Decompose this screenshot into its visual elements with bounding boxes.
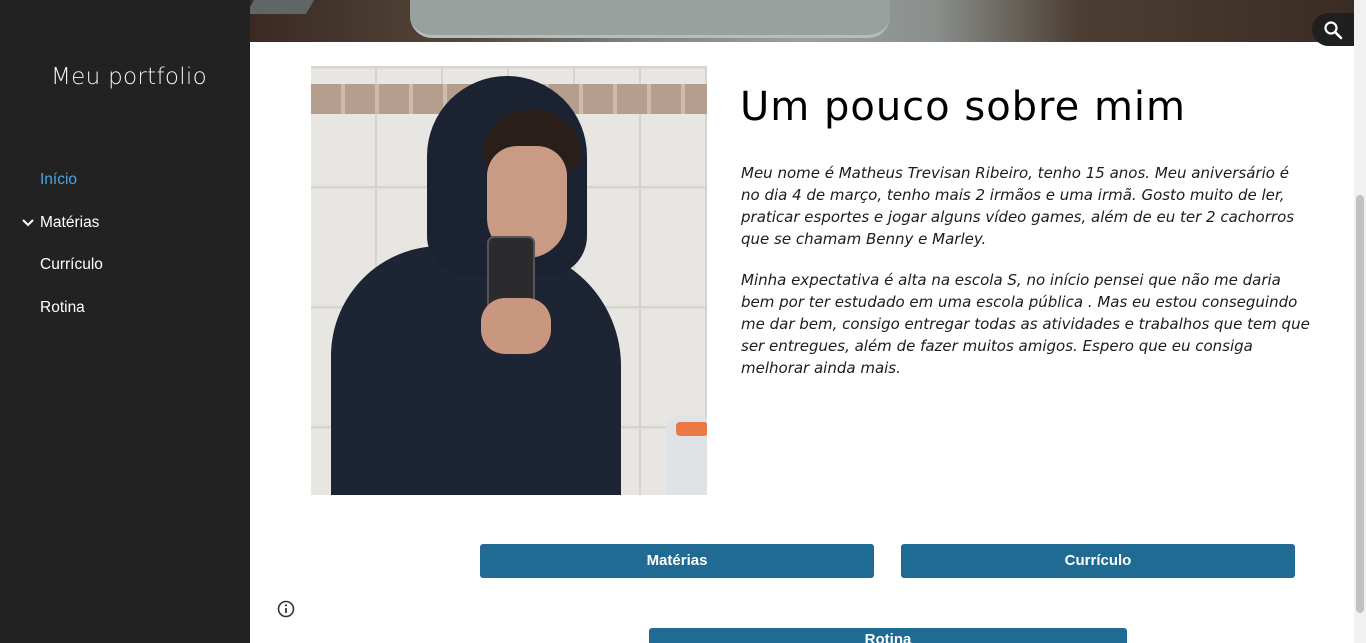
curriculo-button[interactable]: Currículo xyxy=(901,544,1295,578)
materias-button[interactable]: Matérias xyxy=(480,544,874,578)
sidebar-item-inicio[interactable]: Início xyxy=(0,168,250,211)
search-icon xyxy=(1324,21,1343,40)
sidebar-item-materias[interactable]: Matérias xyxy=(0,211,250,254)
rotina-button[interactable]: Rotina xyxy=(649,628,1127,643)
search-button[interactable] xyxy=(1312,13,1354,46)
sidebar-item-label: Rotina xyxy=(40,298,85,316)
header-banner-image xyxy=(250,0,1354,42)
about-paragraph-1: Meu nome é Matheus Trevisan Ribeiro, ten… xyxy=(741,164,1295,248)
sidebar-item-label: Início xyxy=(40,171,78,188)
info-icon[interactable] xyxy=(277,600,295,618)
scrollbar-thumb[interactable] xyxy=(1356,195,1364,613)
page-heading: Um pouco sobre mim xyxy=(740,84,1186,130)
site-title[interactable]: Meu portfolio xyxy=(0,64,258,90)
sidebar: Meu portfolio Início Matérias Currículo … xyxy=(0,0,250,643)
banner-laptop-edge xyxy=(250,0,315,14)
sidebar-item-label: Matérias xyxy=(40,213,100,231)
sidebar-item-curriculo[interactable]: Currículo xyxy=(0,253,250,296)
profile-photo xyxy=(311,66,707,495)
banner-laptop-shape xyxy=(410,0,890,38)
about-paragraph-2: Minha expectativa é alta na escola S, no… xyxy=(741,271,1310,377)
chevron-down-icon[interactable] xyxy=(21,216,35,230)
sidebar-nav: Início Matérias Currículo Rotina xyxy=(0,168,250,338)
sidebar-item-label: Currículo xyxy=(40,256,103,273)
scrollbar[interactable] xyxy=(1354,0,1366,643)
sidebar-item-rotina[interactable]: Rotina xyxy=(0,296,250,339)
